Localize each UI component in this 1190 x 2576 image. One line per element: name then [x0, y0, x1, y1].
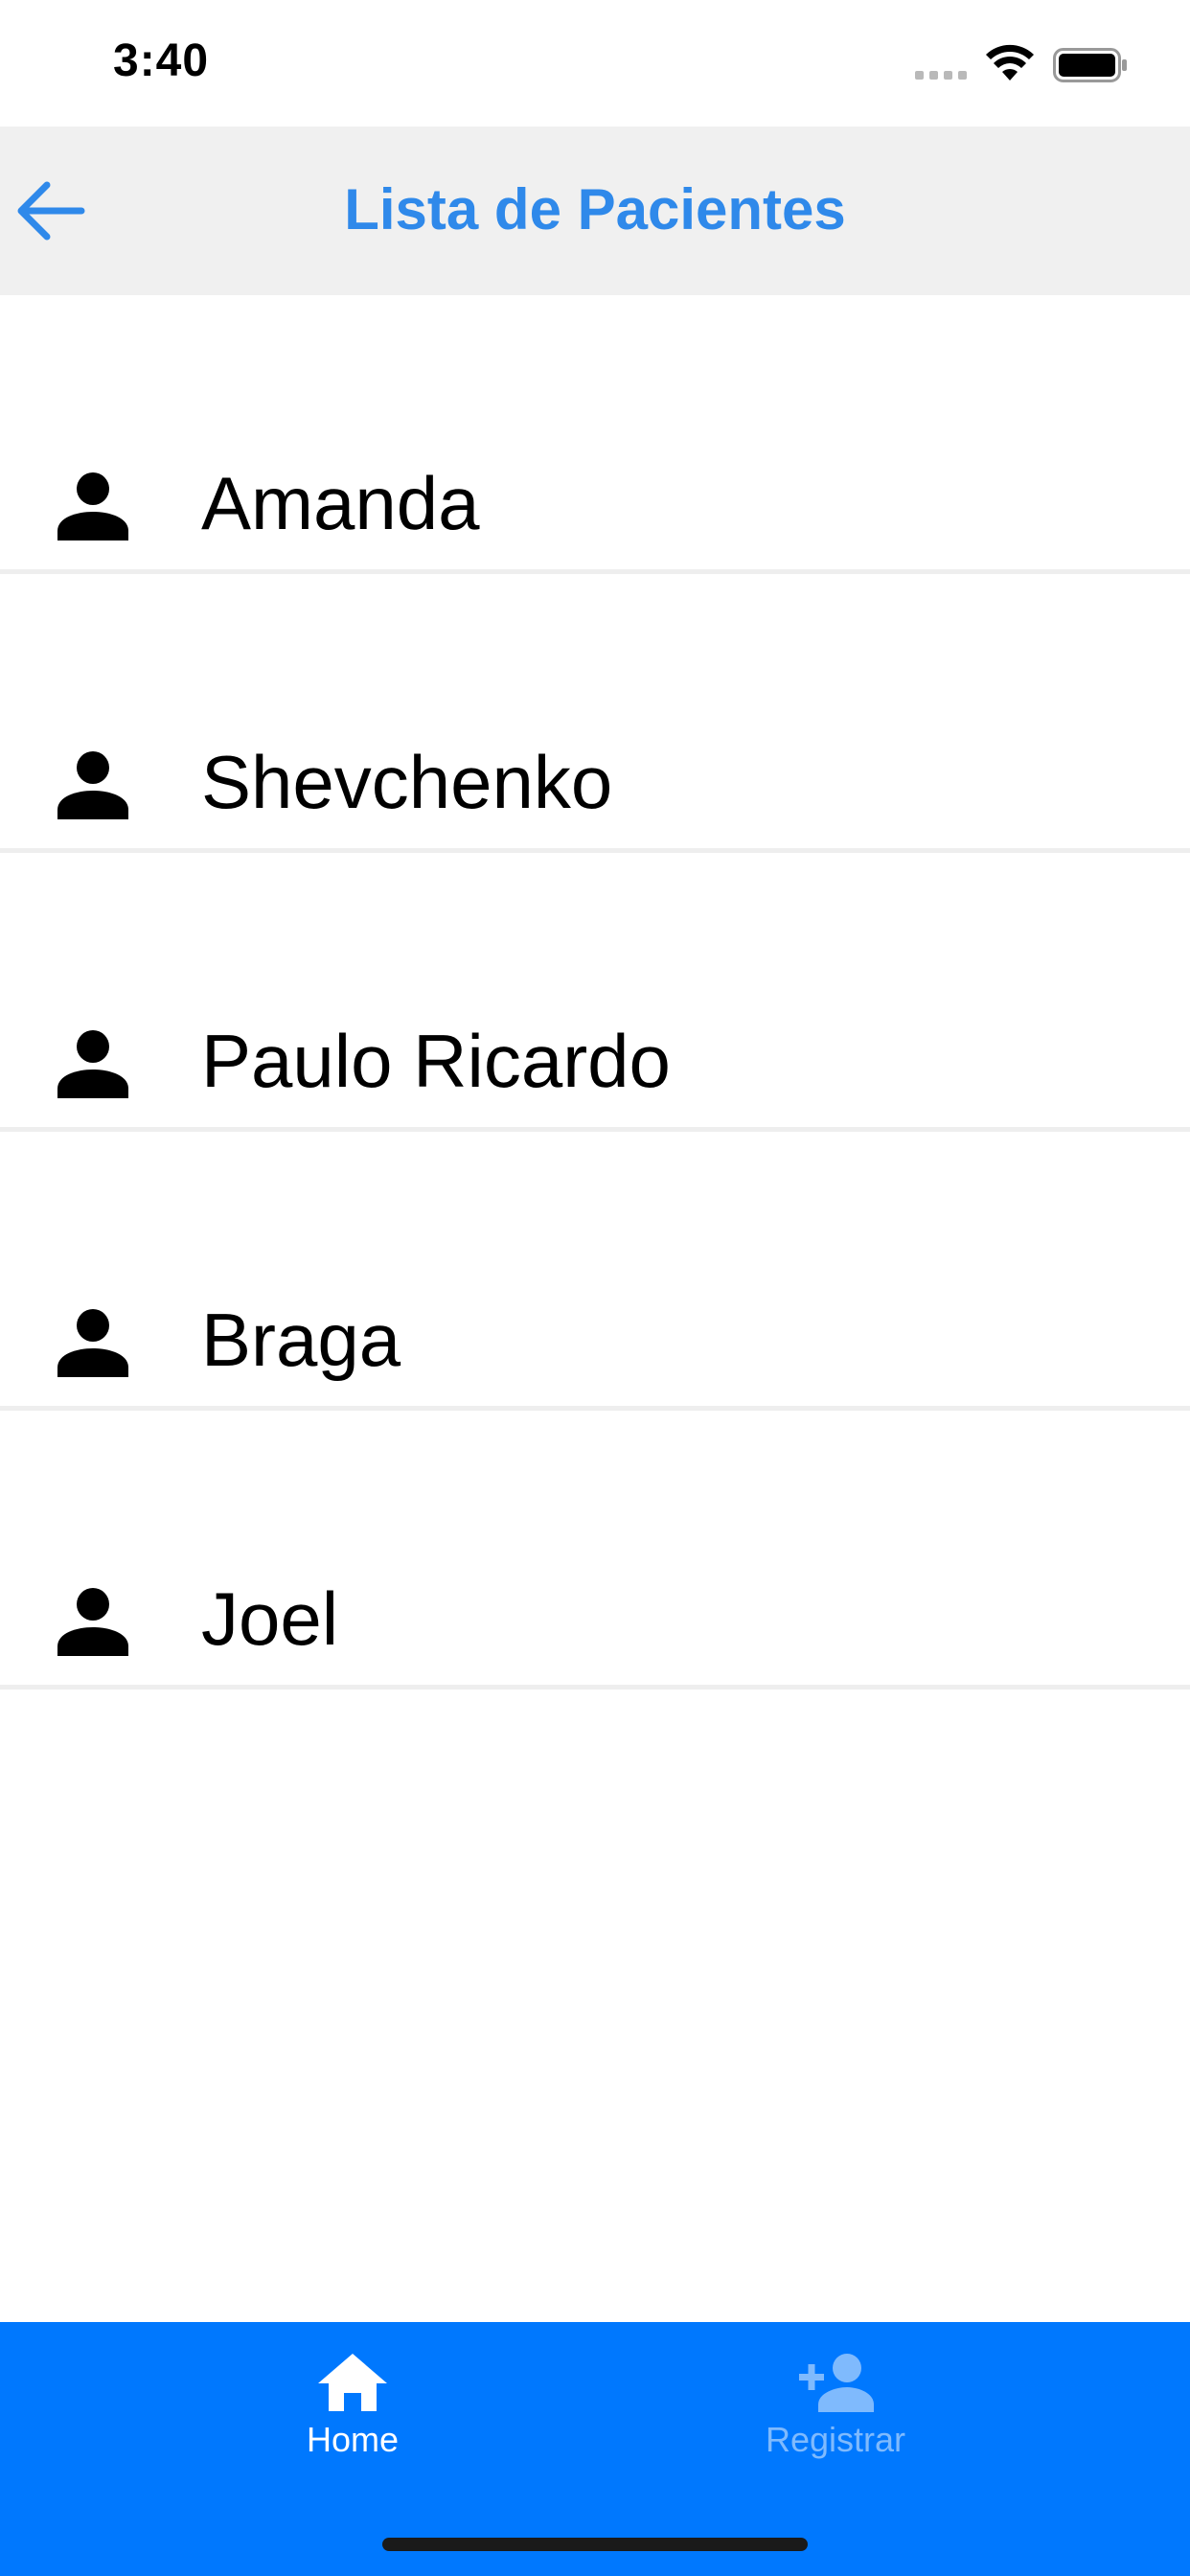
patient-list: Amanda Shevchenko Paulo Ricardo Braga Jo…: [0, 295, 1190, 1690]
home-indicator: [382, 2538, 808, 2551]
patient-name: Braga: [201, 1298, 401, 1382]
list-item[interactable]: Braga: [0, 1132, 1190, 1411]
list-item[interactable]: Paulo Ricardo: [0, 853, 1190, 1132]
home-icon: [318, 2354, 387, 2411]
patient-name: Shevchenko: [201, 740, 613, 824]
battery-icon: [1053, 48, 1127, 82]
tab-registrar-label: Registrar: [765, 2420, 906, 2459]
person-icon: [57, 1309, 128, 1377]
status-bar: 3:40: [0, 0, 1190, 126]
tab-registrar[interactable]: Registrar: [692, 2351, 979, 2495]
list-item[interactable]: Joel: [0, 1411, 1190, 1690]
tab-home-label: Home: [306, 2420, 400, 2459]
person-icon: [57, 1030, 128, 1098]
person-icon: [57, 472, 128, 540]
tab-home[interactable]: Home: [209, 2351, 496, 2495]
page-title: Lista de Pacientes: [344, 177, 846, 242]
person-icon: [57, 751, 128, 819]
navigation-header: Lista de Pacientes: [0, 126, 1190, 295]
wifi-icon: [986, 44, 1034, 80]
patient-name: Joel: [201, 1576, 339, 1661]
list-item[interactable]: Amanda: [0, 295, 1190, 574]
patient-name: Paulo Ricardo: [201, 1019, 671, 1103]
patient-name: Amanda: [201, 461, 480, 545]
person-icon: [57, 1588, 128, 1656]
add-user-icon: [799, 2354, 874, 2412]
list-item[interactable]: Shevchenko: [0, 574, 1190, 853]
status-time: 3:40: [113, 35, 210, 86]
cellular-signal-icon: [915, 71, 967, 80]
